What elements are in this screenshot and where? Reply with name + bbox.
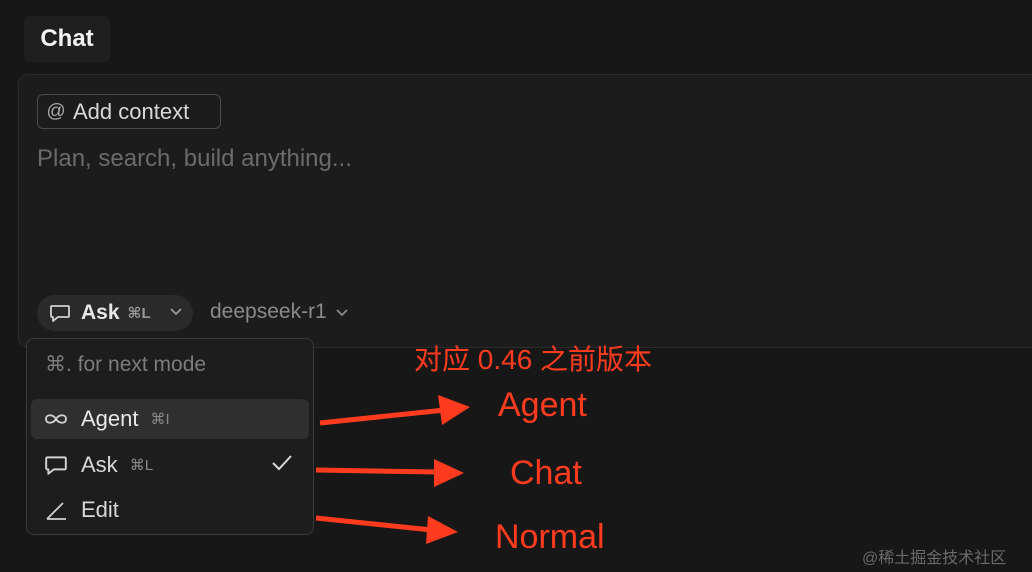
chat-bubble-icon — [43, 452, 69, 478]
add-context-button[interactable]: @ Add context — [37, 94, 221, 129]
annotation-label-agent: Agent — [498, 386, 587, 424]
annotation-label-normal: Normal — [495, 518, 605, 556]
model-label: deepseek-r1 — [210, 300, 327, 323]
chat-bubble-icon — [47, 300, 73, 326]
prompt-input[interactable]: Plan, search, build anything... — [37, 145, 352, 173]
arrow-normal — [315, 515, 433, 533]
arrow-agent — [319, 407, 446, 426]
checkmark-icon — [271, 452, 293, 478]
model-selector[interactable]: deepseek-r1 — [210, 300, 349, 324]
infinity-icon — [43, 406, 69, 432]
menu-item-label: Ask — [81, 452, 118, 477]
add-context-label: Add context — [73, 98, 190, 124]
arrowhead-agent — [438, 395, 470, 425]
mode-selector[interactable]: Ask ⌘L — [37, 295, 193, 331]
menu-item-label: Edit — [81, 497, 119, 522]
mode-shortcut: ⌘L — [127, 305, 151, 322]
menu-item-agent[interactable]: Agent ⌘I — [31, 399, 309, 439]
menu-item-label: Agent — [81, 406, 139, 431]
chevron-down-icon — [335, 300, 349, 324]
arrowhead-normal — [426, 516, 458, 544]
chevron-down-icon — [169, 304, 183, 322]
mode-menu-hint: ⌘. for next mode — [45, 353, 207, 376]
mode-label: Ask — [81, 301, 120, 324]
watermark: @稀土掘金技术社区 — [862, 550, 1007, 567]
pencil-icon — [43, 497, 69, 523]
menu-item-shortcut: ⌘I — [150, 411, 170, 428]
arrow-chat — [315, 467, 439, 475]
annotation-note: 对应 0.46 之前版本 — [414, 344, 653, 375]
menu-item-ask[interactable]: Ask ⌘L — [31, 445, 309, 485]
menu-item-edit[interactable]: Edit — [31, 490, 309, 530]
at-sign-icon: @ — [46, 100, 66, 122]
annotation-arrows — [315, 395, 470, 544]
tab-chat[interactable]: Chat — [24, 16, 110, 62]
arrowhead-chat — [434, 459, 464, 487]
annotation-label-chat: Chat — [510, 454, 582, 492]
menu-item-shortcut: ⌘L — [129, 457, 154, 474]
